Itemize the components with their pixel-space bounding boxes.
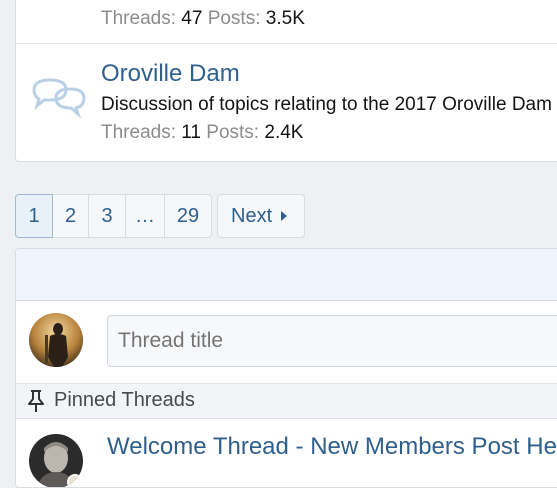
posts-count: 3.5K (265, 8, 305, 29)
avatar-image (29, 313, 83, 367)
forum-list-card: Threads: 47 Posts: 3.5K Oroville Dam Dis… (15, 0, 557, 162)
threads-label: Threads: (101, 122, 176, 143)
page-29-link[interactable]: 29 (164, 194, 212, 238)
forum-description: Discussion of topics relating to the 201… (101, 94, 552, 115)
user-avatar[interactable] (29, 313, 83, 367)
forum-row-oroville-dam: Oroville Dam Discussion of topics relati… (16, 44, 557, 162)
page-1-link[interactable]: 1 (15, 194, 53, 238)
next-label: Next (231, 204, 273, 227)
posts-label: Posts: (206, 122, 260, 143)
thread-list-block: Pinned Threads Welcome Thread - New Memb… (15, 248, 557, 488)
page-jump-ellipsis[interactable]: … (125, 194, 165, 238)
pinned-threads-label: Pinned Threads (54, 389, 195, 411)
caret-right-icon (281, 211, 288, 221)
block-header (16, 249, 557, 301)
threads-label: Threads: (101, 8, 176, 29)
forum-title-link[interactable]: Oroville Dam (101, 60, 240, 88)
next-page-button[interactable]: Next (217, 194, 305, 238)
posts-label: Posts: (207, 8, 261, 29)
page-2-link[interactable]: 2 (52, 194, 89, 238)
forum-stats: Threads: 11 Posts: 2.4K (101, 122, 303, 144)
forum-stats: Threads: 47 Posts: 3.5K (101, 8, 305, 30)
thread-title-link[interactable]: Welcome Thread - New Members Post Here (107, 433, 557, 461)
avatar-image (29, 434, 83, 487)
page-3-link[interactable]: 3 (88, 194, 126, 238)
chat-bubbles-icon (32, 78, 86, 119)
posts-count: 2.4K (264, 122, 304, 143)
pinned-threads-bar: Pinned Threads (16, 383, 557, 419)
threads-count: 47 (181, 8, 203, 29)
threads-count: 11 (181, 122, 201, 143)
pin-icon (28, 390, 44, 412)
forum-row-previous: Threads: 47 Posts: 3.5K (16, 0, 557, 44)
thread-author-avatar[interactable] (29, 434, 83, 487)
pagination: 1 2 3 … 29 (15, 194, 212, 238)
thread-title-input[interactable] (107, 315, 557, 367)
